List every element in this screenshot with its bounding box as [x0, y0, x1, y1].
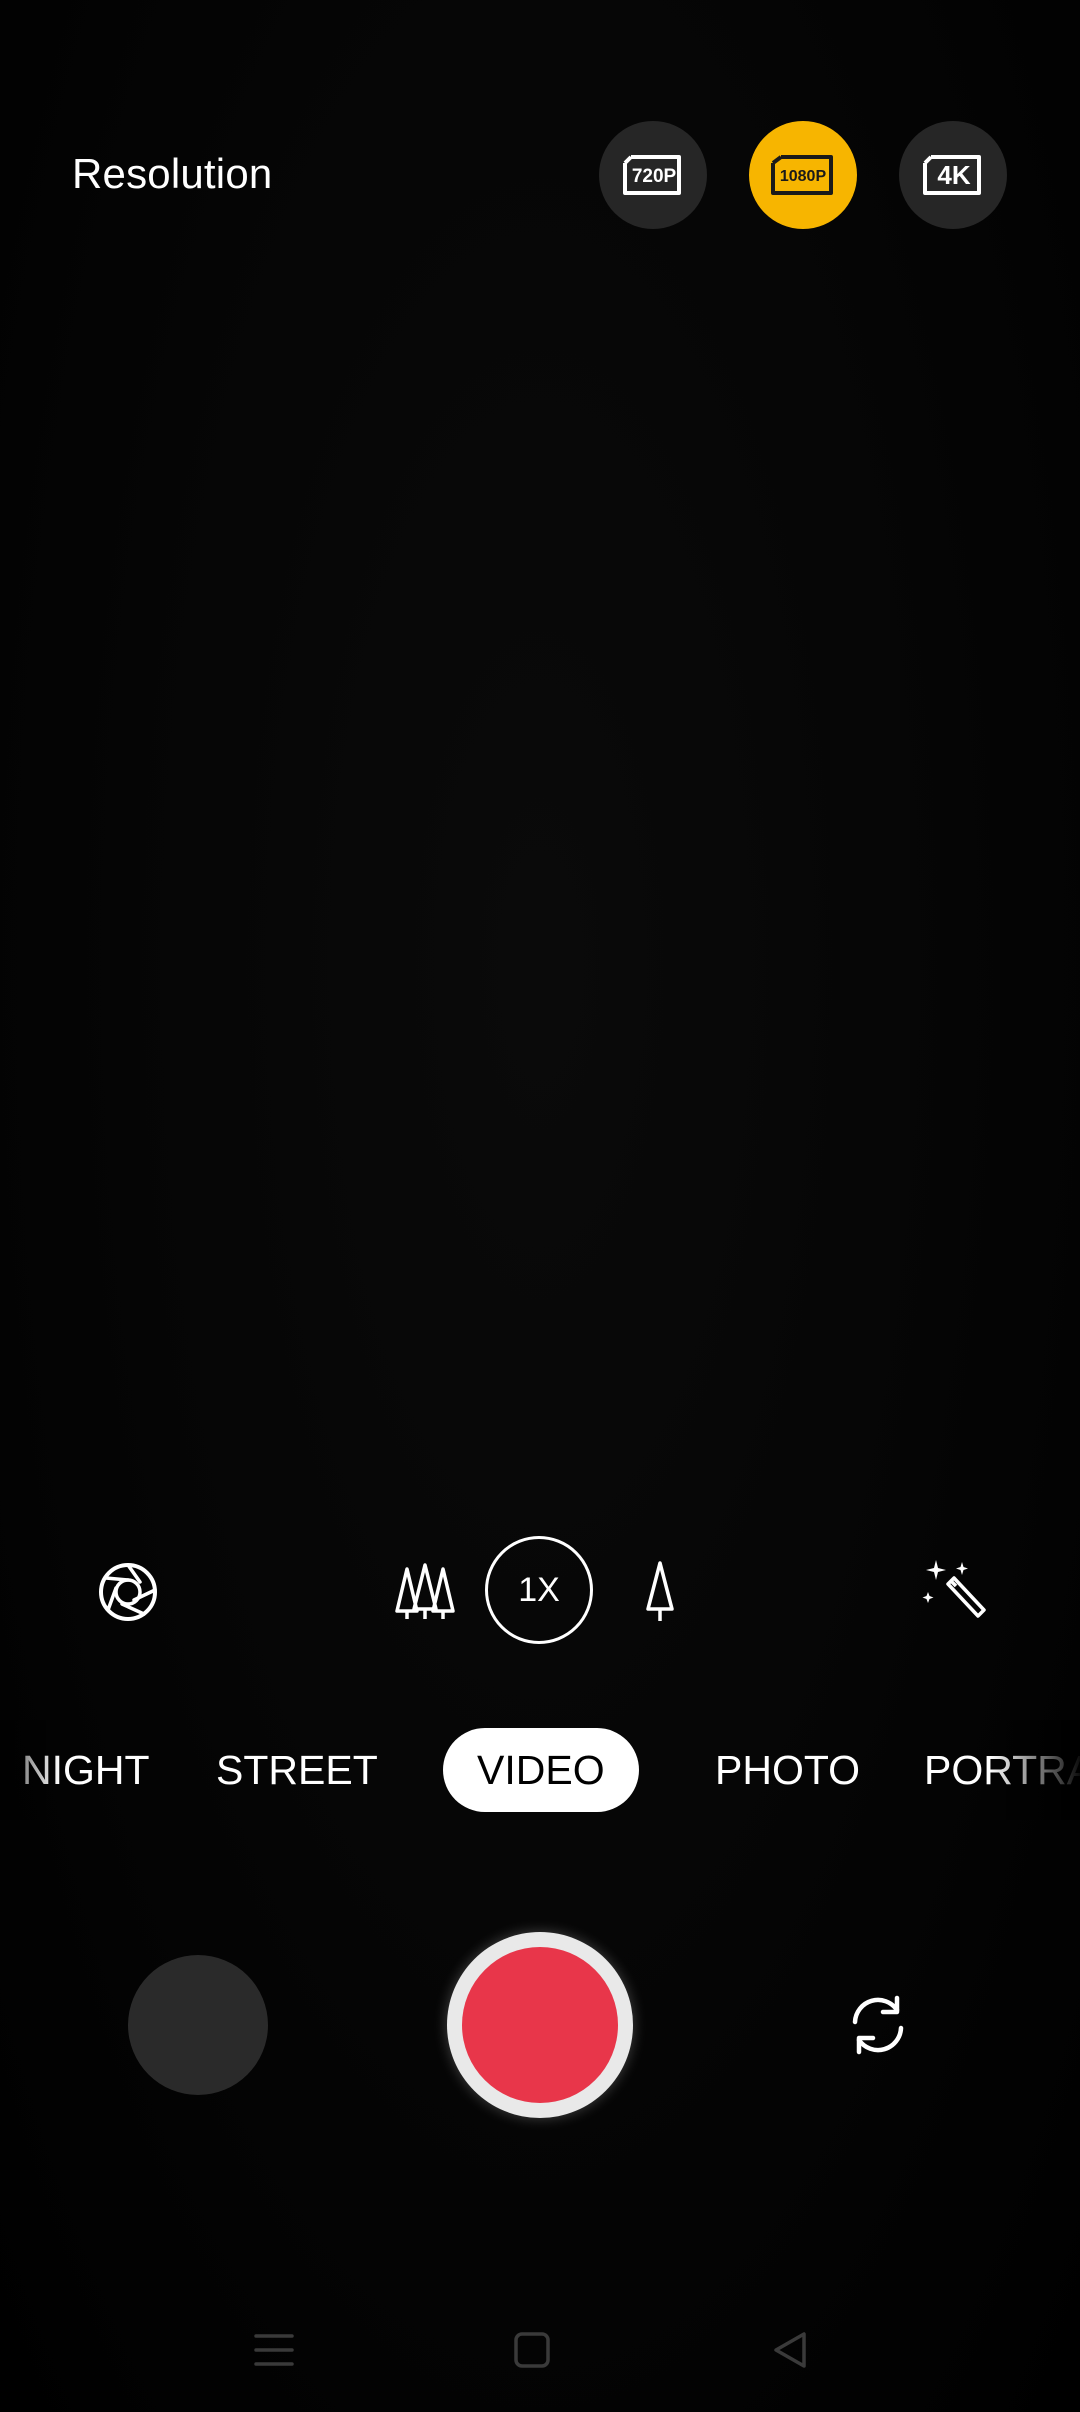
mode-portrait[interactable]: PORTRAIT: [924, 1728, 1080, 1812]
720p-label: 720P: [632, 166, 677, 187]
home-icon[interactable]: [502, 2320, 562, 2380]
resolution-720p-button[interactable]: 720P: [599, 121, 707, 229]
1080p-label: 1080P: [780, 168, 827, 185]
mode-video[interactable]: VIDEO: [443, 1728, 639, 1812]
resolution-4k-button[interactable]: 4K: [899, 121, 1007, 229]
record-button-inner: [462, 1947, 618, 2103]
mode-photo[interactable]: PHOTO: [715, 1728, 860, 1812]
magic-wand-icon[interactable]: [918, 1552, 992, 1626]
1080p-icon: 1080P: [771, 155, 833, 195]
mode-night[interactable]: NIGHT: [22, 1728, 150, 1812]
4k-label: 4K: [937, 160, 970, 190]
tree-tele-icon[interactable]: [632, 1556, 688, 1626]
zoom-level-button[interactable]: 1X: [485, 1536, 593, 1644]
mode-selector[interactable]: NIGHT STREET VIDEO PHOTO PORTRAIT: [0, 1728, 1080, 1812]
record-button[interactable]: [447, 1932, 633, 2118]
720p-icon: 720P: [623, 155, 681, 195]
aperture-icon[interactable]: [94, 1558, 162, 1626]
4k-icon: 4K: [923, 155, 981, 195]
switch-camera-icon[interactable]: [845, 1992, 911, 2058]
trees-wide-icon[interactable]: [390, 1556, 460, 1626]
resolution-label: Resolution: [72, 150, 273, 197]
back-icon[interactable]: [760, 2320, 820, 2380]
gallery-thumbnail[interactable]: [128, 1955, 268, 2095]
menu-icon[interactable]: [244, 2320, 304, 2380]
resolution-1080p-button[interactable]: 1080P: [749, 121, 857, 229]
mode-street[interactable]: STREET: [216, 1728, 378, 1812]
